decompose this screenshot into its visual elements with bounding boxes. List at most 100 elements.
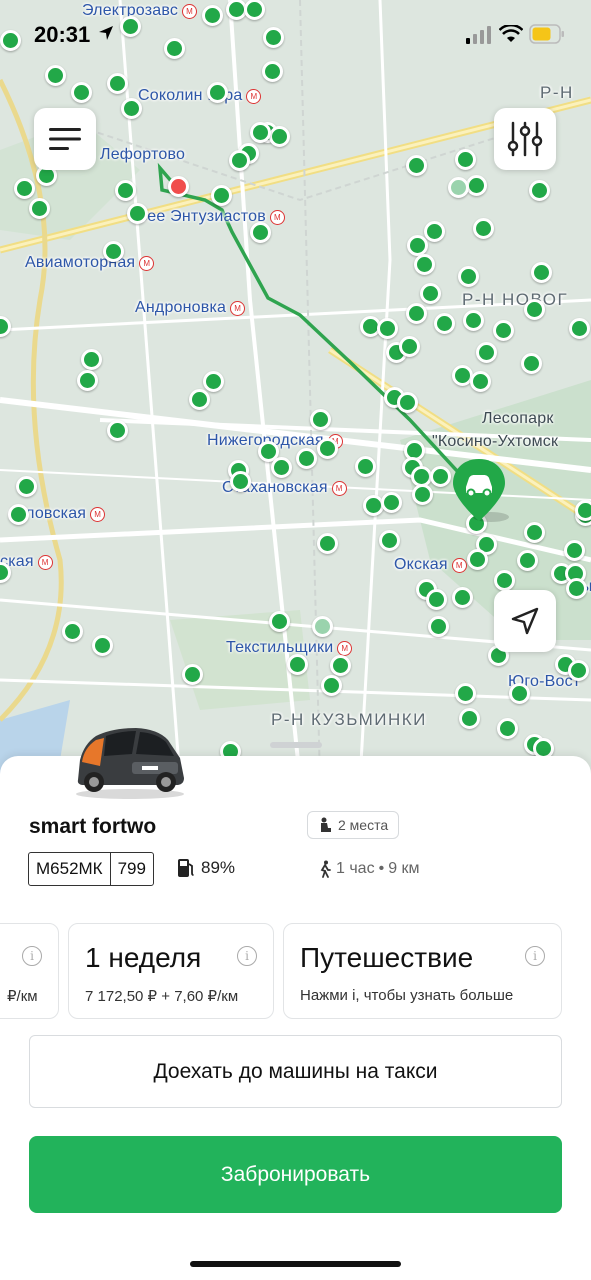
car-marker[interactable] [271, 457, 292, 478]
car-marker[interactable] [45, 65, 66, 86]
car-marker[interactable] [406, 303, 427, 324]
car-marker[interactable] [229, 150, 250, 171]
car-marker[interactable] [77, 370, 98, 391]
car-marker[interactable] [269, 126, 290, 147]
car-marker[interactable] [517, 550, 538, 571]
car-marker[interactable] [14, 178, 35, 199]
car-marker[interactable] [287, 654, 308, 675]
car-marker[interactable] [524, 299, 545, 320]
car-marker[interactable] [207, 82, 228, 103]
filter-button[interactable] [494, 108, 556, 170]
car-marker[interactable] [330, 655, 351, 676]
car-marker[interactable] [463, 310, 484, 331]
car-marker[interactable] [452, 587, 473, 608]
car-marker[interactable] [355, 456, 376, 477]
car-marker[interactable] [107, 73, 128, 94]
car-marker[interactable] [121, 98, 142, 119]
car-marker[interactable] [434, 313, 455, 334]
car-marker[interactable] [399, 336, 420, 357]
car-marker[interactable] [189, 389, 210, 410]
car-marker[interactable] [29, 198, 50, 219]
car-marker[interactable] [317, 438, 338, 459]
car-marker[interactable] [406, 155, 427, 176]
car-marker[interactable] [269, 611, 290, 632]
car-marker[interactable] [497, 718, 518, 739]
car-marker[interactable] [448, 177, 469, 198]
car-marker[interactable] [71, 82, 92, 103]
car-marker[interactable] [568, 660, 589, 681]
taxi-to-car-button[interactable]: Доехать до машины на такси [29, 1035, 562, 1108]
tariff-card[interactable]: 1 неделя 7 172,50 ₽ + 7,60 ₽/км i [68, 923, 274, 1019]
menu-button[interactable] [34, 108, 96, 170]
car-marker[interactable] [455, 683, 476, 704]
car-marker[interactable] [92, 635, 113, 656]
car-marker[interactable] [310, 409, 331, 430]
car-marker[interactable] [115, 180, 136, 201]
info-icon[interactable]: i [525, 946, 545, 966]
car-marker[interactable] [414, 254, 435, 275]
seats-count: 2 места [338, 817, 389, 833]
car-marker[interactable] [379, 530, 400, 551]
car-marker[interactable] [470, 371, 491, 392]
tariff-name: 1 неделя [85, 942, 202, 973]
car-marker[interactable] [62, 621, 83, 642]
car-marker[interactable] [250, 222, 271, 243]
car-marker[interactable] [529, 180, 550, 201]
car-marker[interactable] [473, 218, 494, 239]
car-marker[interactable] [377, 318, 398, 339]
car-marker[interactable] [211, 185, 232, 206]
info-icon[interactable]: i [22, 946, 42, 966]
car-marker[interactable] [262, 61, 283, 82]
car-marker[interactable] [424, 221, 445, 242]
car-marker[interactable] [250, 122, 271, 143]
car-marker[interactable] [127, 203, 148, 224]
car-marker[interactable] [317, 533, 338, 554]
car-marker[interactable] [494, 570, 515, 591]
car-marker[interactable] [455, 149, 476, 170]
car-marker[interactable] [203, 371, 224, 392]
car-marker[interactable] [458, 266, 479, 287]
tariff-card[interactable]: ₽/км i [0, 923, 59, 1019]
car-marker[interactable] [407, 235, 428, 256]
car-marker[interactable] [564, 540, 585, 561]
car-marker[interactable] [524, 522, 545, 543]
car-marker[interactable] [430, 466, 451, 487]
map-label: Текстильщики [226, 639, 352, 657]
car-marker[interactable] [103, 241, 124, 262]
car-marker[interactable] [467, 549, 488, 570]
car-marker[interactable] [466, 175, 487, 196]
car-marker[interactable] [521, 353, 542, 374]
car-marker[interactable] [531, 262, 552, 283]
car-marker[interactable] [575, 500, 591, 521]
car-marker[interactable] [459, 708, 480, 729]
signal-icon [466, 26, 491, 44]
car-marker[interactable] [8, 504, 29, 525]
car-marker[interactable] [296, 448, 317, 469]
car-marker[interactable] [16, 476, 37, 497]
map-view[interactable]: Электрозавс Соколин Гора Лефортово осее … [0, 0, 591, 780]
car-marker[interactable] [312, 616, 333, 637]
home-indicator[interactable] [190, 1261, 401, 1267]
car-marker[interactable] [426, 589, 447, 610]
info-icon[interactable]: i [237, 946, 257, 966]
car-marker[interactable] [428, 616, 449, 637]
car-marker[interactable] [230, 471, 251, 492]
car-marker[interactable] [566, 578, 587, 599]
book-button[interactable]: Забронировать [29, 1136, 562, 1213]
car-marker[interactable] [381, 492, 402, 513]
car-marker[interactable] [321, 675, 342, 696]
tariff-card[interactable]: Путешествие Нажми i, чтобы узнать больше… [283, 923, 562, 1019]
car-marker[interactable] [397, 392, 418, 413]
car-marker[interactable] [107, 420, 128, 441]
car-marker[interactable] [412, 484, 433, 505]
car-marker[interactable] [476, 342, 497, 363]
locate-button[interactable] [494, 590, 556, 652]
car-marker[interactable] [493, 320, 514, 341]
car-marker[interactable] [182, 664, 203, 685]
car-marker[interactable] [509, 683, 530, 704]
car-marker[interactable] [81, 349, 102, 370]
car-marker[interactable] [420, 283, 441, 304]
selected-car-pin[interactable] [449, 455, 509, 527]
car-marker[interactable] [569, 318, 590, 339]
sheet-drag-handle[interactable] [270, 742, 322, 748]
